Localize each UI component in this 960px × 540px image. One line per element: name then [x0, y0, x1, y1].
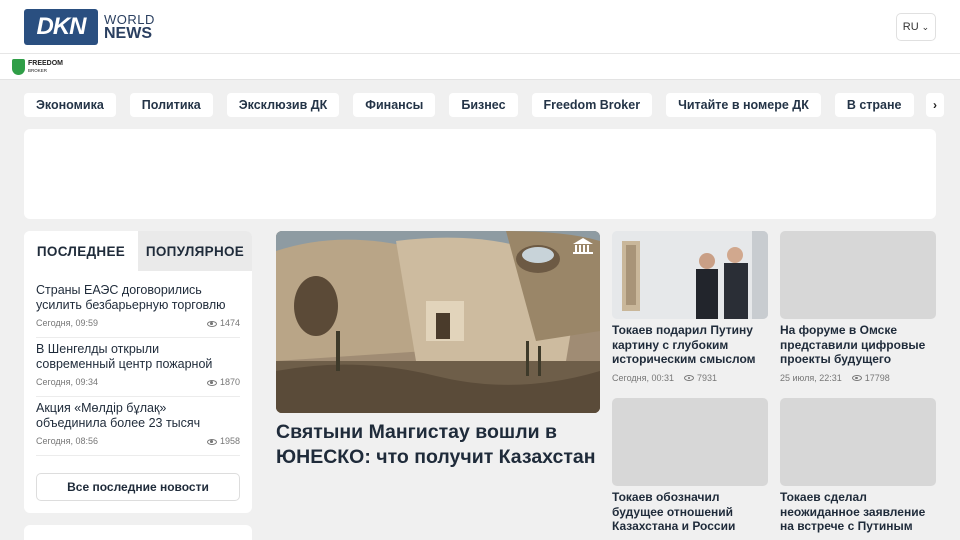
card-image-placeholder[interactable] [780, 398, 936, 486]
eye-icon [206, 320, 217, 327]
news-card[interactable]: Токаев подарил Путину картину с глубоким… [612, 231, 768, 383]
card-title[interactable]: Токаев сделал неожиданное заявление на в… [780, 490, 936, 534]
news-card[interactable]: Токаев обозначил будущее отношений Казах… [612, 398, 768, 534]
card-title[interactable]: На форуме в Омске представили цифровые п… [780, 323, 936, 367]
sidebar-second-panel [24, 525, 252, 540]
latest-news-panel: ПОСЛЕДНЕЕ ПОПУЛЯРНОЕ Страны ЕАЭС договор… [24, 231, 252, 513]
category-country[interactable]: В стране [834, 93, 914, 117]
card-views: 7931 [697, 372, 718, 383]
featured-image[interactable] [276, 231, 600, 413]
card-image-placeholder[interactable] [780, 231, 936, 319]
category-politics[interactable]: Политика [129, 93, 213, 117]
featured-headline[interactable]: Святыни Мангистау вошли в ЮНЕСКО: что по… [276, 420, 606, 470]
eye-icon [206, 379, 217, 386]
news-tabs: ПОСЛЕДНЕЕ ПОПУЛЯРНОЕ [24, 231, 252, 271]
card-time: 25 июля, 22:31 [780, 372, 842, 383]
category-freedom-broker[interactable]: Freedom Broker [531, 93, 653, 117]
eye-icon [851, 375, 862, 382]
chevron-down-icon: ⌄ [921, 21, 930, 32]
unesco-icon [573, 238, 593, 254]
category-nav: Экономика Политика Эксклюзив ДК Финансы … [24, 93, 920, 117]
sponsor-sub: BROKER [28, 68, 48, 73]
logo-line-news: NEWS [104, 25, 152, 42]
news-time: Сегодня, 09:59 [36, 318, 99, 328]
card-time: Сегодня, 00:31 [612, 372, 675, 383]
list-item[interactable]: В Шенгелды открыли современный центр пож… [36, 338, 240, 397]
news-title[interactable]: В Шенгелды открыли современный центр пож… [36, 342, 240, 372]
news-time: Сегодня, 09:34 [36, 377, 99, 387]
tab-popular[interactable]: ПОПУЛЯРНОЕ [138, 231, 252, 271]
news-title[interactable]: Акция «Мөлдір бұлақ» объединила более 23… [36, 401, 240, 431]
list-item[interactable]: Акция «Мөлдір бұлақ» объединила более 23… [36, 397, 240, 456]
category-exclusive[interactable]: Эксклюзив ДК [226, 93, 340, 117]
eye-icon [206, 438, 217, 445]
category-finance[interactable]: Финансы [353, 93, 436, 117]
shield-icon [12, 59, 25, 75]
chevron-right-icon[interactable]: › [926, 93, 944, 117]
news-list: Страны ЕАЭС договорились усилить безбарь… [36, 279, 240, 456]
sponsor-logo[interactable]: FREEDOM BROKER [12, 59, 63, 75]
language-select[interactable]: RU ⌄ [896, 13, 936, 41]
news-views: 1474 [219, 318, 240, 328]
language-value: RU [902, 21, 919, 33]
tab-latest[interactable]: ПОСЛЕДНЕЕ [24, 231, 138, 271]
category-business[interactable]: Бизнес [449, 93, 518, 117]
cave-landscape-illustration [276, 231, 600, 413]
card-title[interactable]: Токаев подарил Путину картину с глубоким… [612, 323, 768, 367]
eye-icon [684, 375, 695, 382]
news-views: 1958 [219, 436, 240, 446]
card-image[interactable] [612, 231, 768, 319]
news-card[interactable]: Токаев сделал неожиданное заявление на в… [780, 398, 936, 534]
site-header: DKN WORLD NEWS RU ⌄ [0, 0, 960, 54]
card-views: 17798 [864, 372, 890, 383]
logo-mark: DKN [24, 9, 98, 45]
site-logo[interactable]: DKN WORLD NEWS [24, 9, 155, 45]
news-views: 1870 [219, 377, 240, 387]
category-read-issue[interactable]: Читайте в номере ДК [666, 93, 821, 117]
news-card[interactable]: На форуме в Омске представили цифровые п… [780, 231, 936, 383]
card-image-placeholder[interactable] [612, 398, 768, 486]
ad-banner [24, 129, 936, 219]
sponsor-name: FREEDOM [28, 60, 63, 67]
list-item[interactable]: Страны ЕАЭС договорились усилить безбарь… [36, 279, 240, 338]
category-economy[interactable]: Экономика [24, 93, 116, 117]
news-title[interactable]: Страны ЕАЭС договорились усилить безбарь… [36, 283, 240, 313]
sponsor-bar: FREEDOM BROKER [0, 54, 960, 80]
news-time: Сегодня, 08:56 [36, 436, 99, 446]
all-news-button[interactable]: Все последние новости [36, 473, 240, 501]
card-title[interactable]: Токаев обозначил будущее отношений Казах… [612, 490, 768, 534]
meeting-photo [612, 231, 768, 319]
